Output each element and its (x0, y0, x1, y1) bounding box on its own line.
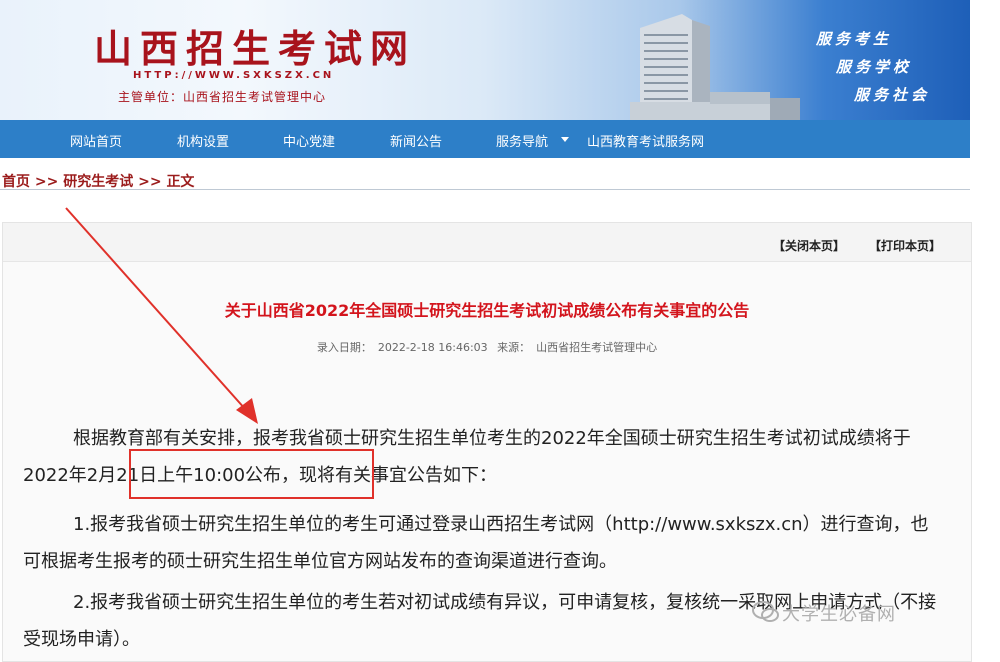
divider (0, 189, 970, 190)
source-label: 来源： (497, 341, 531, 354)
main-nav: 网站首页 机构设置 中心党建 新闻公告 服务导航 山西教育考试服务网 (0, 120, 970, 158)
article-meta: 录入日期： 2022-2-18 16:46:03 来源： 山西省招生考试管理中心 (3, 339, 971, 355)
site-url: HTTP://WWW.SXKSZX.CN (133, 70, 335, 81)
nav-item-home[interactable]: 网站首页 (70, 131, 122, 150)
nav-item-exam-service[interactable]: 山西教育考试服务网 (587, 131, 704, 150)
date-value: 2022-2-18 16:46:03 (377, 341, 488, 354)
slogan-2: 服务学校 (836, 58, 913, 76)
paragraph-text: 1.报考我省硕士研究生招生单位的考生可通过登录山西招生考试网（http://ww… (23, 514, 929, 572)
wechat-icon (752, 601, 779, 622)
article-card: 【关闭本页】 【打印本页】 关于山西省2022年全国硕士研究生招生考试初试成绩公… (2, 222, 972, 662)
nav-item-party[interactable]: 中心党建 (283, 131, 335, 150)
site-sponsor: 主管单位：山西省招生考试管理中心 (118, 90, 327, 104)
nav-item-news[interactable]: 新闻公告 (390, 131, 442, 150)
breadcrumb-home[interactable]: 首页 (2, 174, 30, 190)
breadcrumb-separator: >> (34, 174, 59, 190)
slogan-1: 服务考生 (816, 30, 893, 48)
chevron-down-icon[interactable] (561, 137, 569, 142)
source-value: 山西省招生考试管理中心 (536, 341, 658, 354)
annotation-highlight-box (129, 449, 374, 499)
breadcrumb-current: 正文 (166, 174, 195, 190)
breadcrumb: 首页 >> 研究生考试 >> 正文 (2, 171, 194, 191)
site-banner: 山西招生考试网 HTTP://WWW.SXKSZX.CN 主管单位：山西省招生考… (0, 0, 970, 120)
building-image (630, 14, 800, 120)
close-page-button[interactable]: 【关闭本页】 (773, 237, 845, 254)
nav-item-service[interactable]: 服务导航 (496, 131, 548, 150)
article-title: 关于山西省2022年全国硕士研究生招生考试初试成绩公布有关事宜的公告 (224, 301, 750, 320)
breadcrumb-section[interactable]: 研究生考试 (63, 174, 133, 190)
nav-item-organization[interactable]: 机构设置 (177, 131, 229, 150)
site-title: 山西招生考试网 (94, 26, 417, 71)
date-label: 录入日期： (316, 341, 372, 354)
article-paragraph-2: 1.报考我省硕士研究生招生单位的考生可通过登录山西招生考试网（http://ww… (23, 506, 943, 580)
article-toolbar: 【关闭本页】 【打印本页】 (3, 223, 971, 262)
print-page-button[interactable]: 【打印本页】 (869, 237, 941, 254)
paragraph-text: 根据教育部有关安排，报考我省硕士研究生招生单位考生的2022年全国硕士研究生招生… (73, 428, 911, 449)
slogan-3: 服务社会 (854, 86, 931, 104)
watermark: 大学生必备网 (782, 604, 896, 625)
breadcrumb-separator: >> (138, 174, 162, 190)
